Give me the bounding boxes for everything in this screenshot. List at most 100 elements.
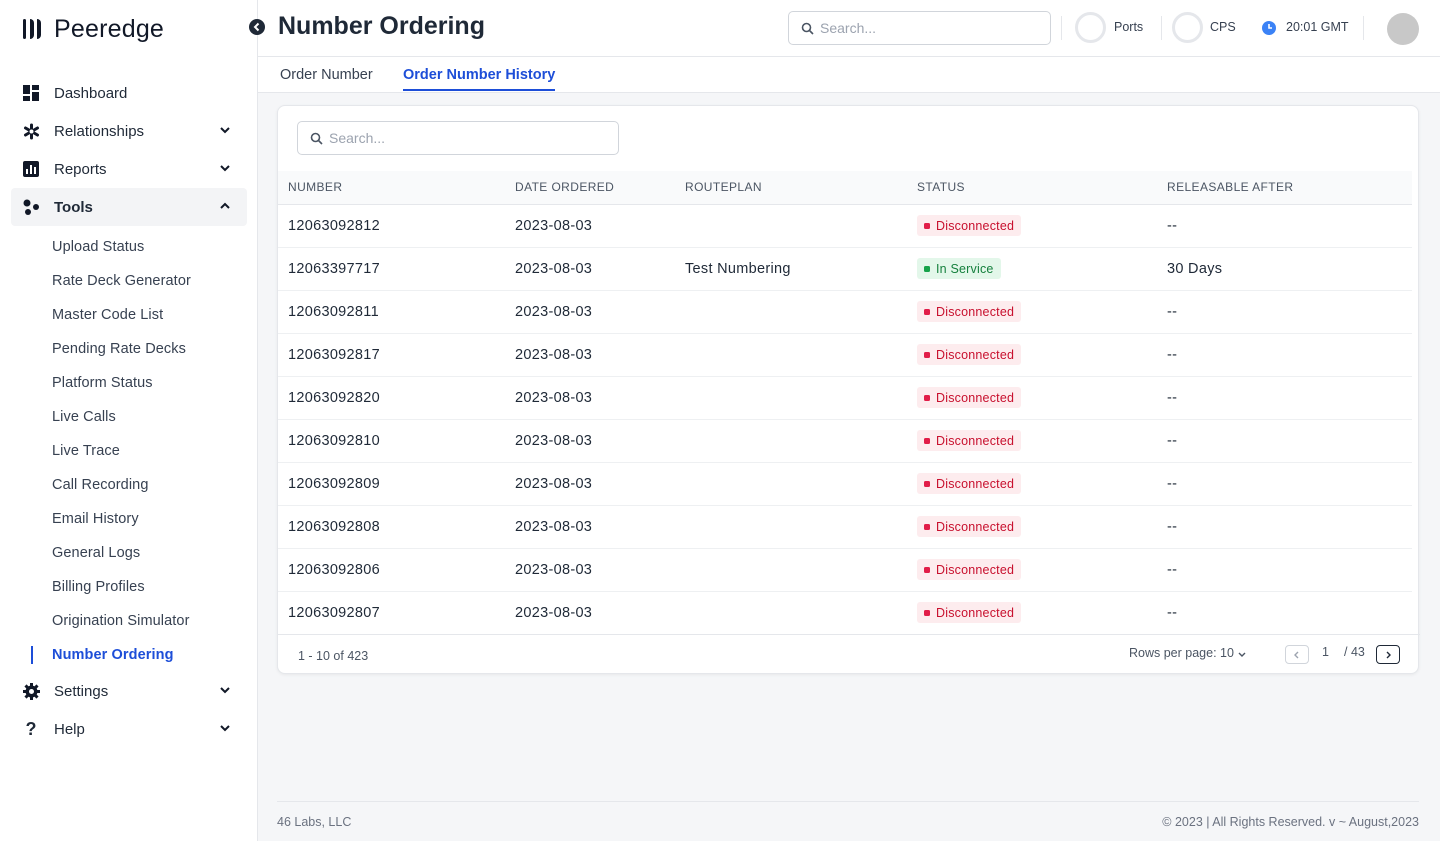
cell-status: Disconnected bbox=[907, 290, 1157, 334]
cell-releasable-after: 30 Days bbox=[1157, 247, 1412, 291]
divider bbox=[1363, 16, 1364, 40]
sidebar-subitem-upload-status[interactable]: Upload Status bbox=[0, 230, 258, 264]
status-dot-icon bbox=[924, 480, 930, 487]
chevron-down-icon[interactable] bbox=[218, 161, 232, 175]
brand-logo[interactable]: Peeredge bbox=[22, 12, 164, 46]
sidebar-item-tools[interactable]: Tools bbox=[11, 188, 247, 226]
column-header-date-ordered[interactable]: DATE ORDERED bbox=[505, 171, 675, 205]
previous-page-button[interactable] bbox=[1285, 645, 1309, 664]
sidebar-subitem-live-trace[interactable]: Live Trace bbox=[0, 434, 258, 468]
table-row[interactable]: 12063092810 2023-08-03 Disconnected -- bbox=[278, 419, 1412, 463]
table-row[interactable]: 12063092817 2023-08-03 Disconnected -- bbox=[278, 333, 1412, 377]
chevron-down-icon bbox=[1238, 652, 1246, 657]
table-search[interactable] bbox=[297, 121, 619, 155]
cell-status: Disconnected bbox=[907, 548, 1157, 592]
search-icon bbox=[801, 22, 814, 35]
next-page-button[interactable] bbox=[1376, 645, 1400, 664]
table-row[interactable]: 12063092807 2023-08-03 Disconnected -- bbox=[278, 591, 1412, 635]
top-header: Number Ordering Ports CPS 20:01 GMT bbox=[258, 0, 1440, 57]
sidebar-item-label: Reports bbox=[54, 160, 107, 178]
cell-releasable-after: -- bbox=[1157, 548, 1412, 592]
status-badge: Disconnected bbox=[917, 344, 1022, 365]
cell-number: 12063092820 bbox=[278, 376, 505, 420]
current-page[interactable]: 1 bbox=[1322, 645, 1329, 659]
cell-routeplan bbox=[675, 548, 907, 592]
sidebar-item-relationships[interactable]: Relationships bbox=[0, 112, 258, 150]
chevron-down-icon[interactable] bbox=[218, 683, 232, 697]
status-dot-icon bbox=[924, 265, 930, 272]
cell-routeplan bbox=[675, 333, 907, 377]
table-row[interactable]: 12063092808 2023-08-03 Disconnected -- bbox=[278, 505, 1412, 549]
table-row[interactable]: 12063092809 2023-08-03 Disconnected -- bbox=[278, 462, 1412, 506]
sidebar-item-settings[interactable]: Settings bbox=[0, 672, 258, 710]
column-header-number[interactable]: NUMBER bbox=[278, 171, 505, 205]
table-row[interactable]: 12063092812 2023-08-03 Disconnected -- bbox=[278, 204, 1412, 248]
sidebar-subitem-origination-simulator[interactable]: Origination Simulator bbox=[0, 604, 258, 638]
table-row[interactable]: 12063092806 2023-08-03 Disconnected -- bbox=[278, 548, 1412, 592]
sidebar-item-reports[interactable]: Reports bbox=[0, 150, 258, 188]
status-dot-icon bbox=[924, 222, 930, 229]
chevron-right-icon bbox=[1386, 651, 1391, 658]
status-dot-icon bbox=[924, 394, 930, 401]
status-text: Disconnected bbox=[936, 390, 1015, 405]
footer-copyright: © 2023 | All Rights Reserved. v ~ August… bbox=[1162, 815, 1419, 829]
ports-label: Ports bbox=[1114, 20, 1144, 34]
sidebar-subitem-master-code-list[interactable]: Master Code List bbox=[0, 298, 258, 332]
sidebar-subitem-rate-deck-generator[interactable]: Rate Deck Generator bbox=[0, 264, 258, 298]
status-dot-icon bbox=[924, 566, 930, 573]
sidebar-item-dashboard[interactable]: Dashboard bbox=[0, 74, 258, 112]
status-text: Disconnected bbox=[936, 304, 1015, 319]
status-dot-icon bbox=[924, 437, 930, 444]
collapse-sidebar-button[interactable] bbox=[249, 19, 265, 35]
cell-number: 12063092810 bbox=[278, 419, 505, 463]
cell-routeplan bbox=[675, 462, 907, 506]
sidebar-subitem-email-history[interactable]: Email History bbox=[0, 502, 258, 536]
tab-order-number[interactable]: Order Number bbox=[280, 67, 373, 89]
cell-date-ordered: 2023-08-03 bbox=[505, 333, 675, 377]
rows-per-page-select[interactable]: Rows per page: 10 bbox=[1129, 646, 1247, 660]
table-search-input[interactable] bbox=[329, 130, 609, 146]
cps-gauge bbox=[1172, 12, 1203, 43]
tab-bar: Order Number Order Number History bbox=[258, 57, 1440, 93]
cell-date-ordered: 2023-08-03 bbox=[505, 247, 675, 291]
column-header-releasable-after[interactable]: RELEASABLE AFTER bbox=[1157, 171, 1412, 205]
sidebar-subitem-billing-profiles[interactable]: Billing Profiles bbox=[0, 570, 258, 604]
column-header-routeplan[interactable]: ROUTEPLAN bbox=[675, 171, 907, 205]
global-search[interactable] bbox=[788, 11, 1051, 45]
pagination-range: 1 - 10 of 423 bbox=[298, 649, 369, 663]
dashboard-icon bbox=[22, 84, 40, 102]
pagination: 1 - 10 of 423 Rows per page: 10 1 / 43 bbox=[278, 634, 1420, 674]
status-dot-icon bbox=[924, 351, 930, 358]
cell-routeplan bbox=[675, 376, 907, 420]
tools-submenu: Upload Status Rate Deck Generator Master… bbox=[0, 230, 258, 672]
cps-label: CPS bbox=[1210, 20, 1236, 34]
column-header-status[interactable]: STATUS bbox=[907, 171, 1157, 205]
brand-name: Peeredge bbox=[54, 14, 165, 43]
cell-number: 12063092807 bbox=[278, 591, 505, 635]
global-search-input[interactable] bbox=[820, 20, 1040, 36]
table-row[interactable]: 12063092811 2023-08-03 Disconnected -- bbox=[278, 290, 1412, 334]
relationships-icon bbox=[22, 122, 40, 140]
status-dot-icon bbox=[924, 609, 930, 616]
chevron-up-icon[interactable] bbox=[218, 199, 232, 213]
avatar[interactable] bbox=[1387, 13, 1419, 45]
chevron-down-icon[interactable] bbox=[218, 123, 232, 137]
chevron-down-icon[interactable] bbox=[218, 721, 232, 735]
table-row[interactable]: 12063397717 2023-08-03 Test Numbering In Se… bbox=[278, 247, 1412, 291]
cell-date-ordered: 2023-08-03 bbox=[505, 505, 675, 549]
sidebar-subitem-platform-status[interactable]: Platform Status bbox=[0, 366, 258, 400]
ports-gauge bbox=[1075, 12, 1106, 43]
status-badge: Disconnected bbox=[917, 516, 1022, 537]
cell-routeplan bbox=[675, 204, 907, 248]
sidebar-subitem-call-recording[interactable]: Call Recording bbox=[0, 468, 258, 502]
sidebar-item-help[interactable]: ? Help bbox=[0, 710, 258, 748]
sidebar-subitem-general-logs[interactable]: General Logs bbox=[0, 536, 258, 570]
table-row[interactable]: 12063092820 2023-08-03 Disconnected -- bbox=[278, 376, 1412, 420]
sidebar-subitem-number-ordering[interactable]: Number Ordering bbox=[0, 638, 258, 672]
tab-order-number-history[interactable]: Order Number History bbox=[403, 67, 556, 91]
sidebar-subitem-live-calls[interactable]: Live Calls bbox=[0, 400, 258, 434]
sidebar-subitem-pending-rate-decks[interactable]: Pending Rate Decks bbox=[0, 332, 258, 366]
status-text: Disconnected bbox=[936, 347, 1015, 362]
chevron-left-icon bbox=[253, 22, 260, 32]
cell-number: 12063092808 bbox=[278, 505, 505, 549]
